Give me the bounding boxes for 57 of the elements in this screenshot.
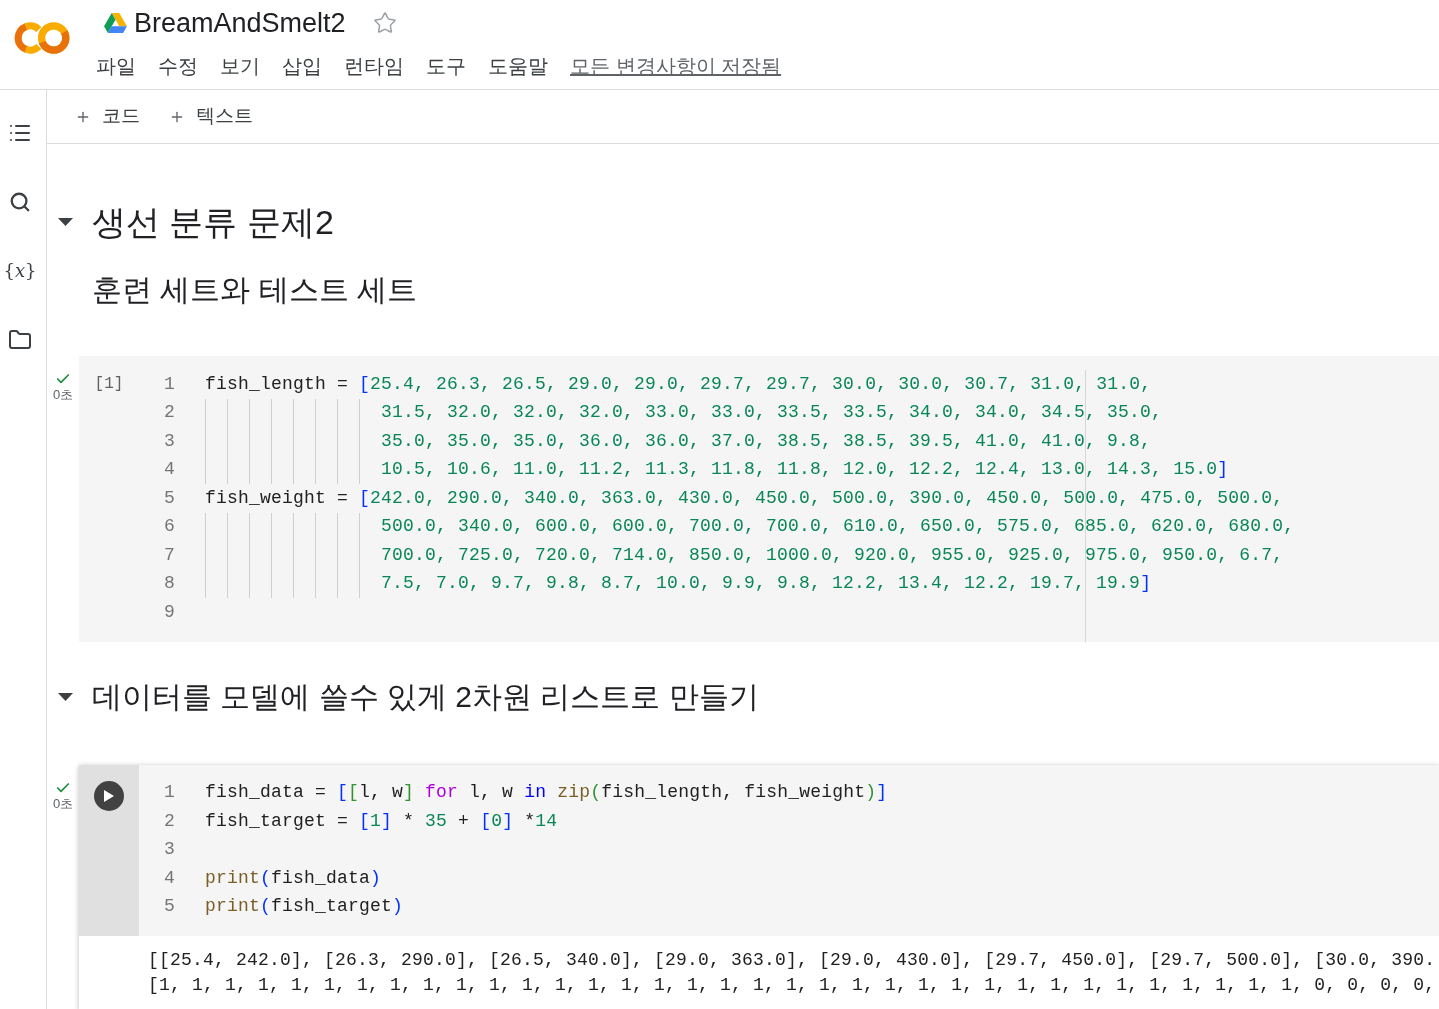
line-number: 8 (164, 572, 175, 596)
line-number: 3 (164, 838, 175, 862)
line-number: 2 (164, 809, 175, 833)
triangle-logo-icon[interactable] (104, 13, 127, 33)
line-number: 1 (164, 372, 175, 396)
code-line: 35.0, 35.0, 35.0, 36.0, 36.0, 37.0, 38.5, 38.5, 39.5, 41.0, 41.0, 9.8, (381, 429, 1152, 453)
code-editor[interactable] (79, 356, 1439, 642)
output-line: [[25.4, 242.0], [26.3, 290.0], [26.5, 340.0], [29.0, 363.0], [29.0, 430.0], [29.7, 450.0], [29.7, 500.0], [30.0, 390. (148, 949, 1436, 972)
line-number: 3 (164, 429, 175, 453)
menu-item[interactable]: 삽입 (282, 52, 322, 80)
section-heading: 생선 분류 문제2 (92, 202, 334, 243)
caret-icon[interactable] (58, 218, 73, 226)
add-cell-button[interactable]: 텍스트 (161, 100, 261, 133)
run-time: 0초 (52, 387, 74, 403)
subheading: 훈련 세트와 테스트 세트 (92, 272, 417, 308)
play-icon (104, 789, 114, 802)
code-line: fish_data = [[l, w] for l, w in zip(fish_length, fish_weight)] (205, 781, 888, 805)
code-line: fish_weight = [242.0, 290.0, 340.0, 363.0, 430.0, 450.0, 500.0, 390.0, 450.0, 500.0, 475.0, 500.0, (205, 486, 1284, 510)
logo-icon[interactable] (12, 20, 72, 56)
menu-item[interactable]: 도구 (426, 52, 466, 80)
code-line: 700.0, 725.0, 720.0, 714.0, 850.0, 1000.0, 920.0, 955.0, 925.0, 975.0, 950.0, 6.7, (381, 543, 1284, 567)
line-number: 9 (164, 600, 175, 624)
execution-count: [1] (94, 374, 124, 396)
caret-icon[interactable] (58, 692, 73, 701)
menu-item[interactable]: 수정 (158, 52, 198, 80)
variables-button[interactable]: {x} (3, 260, 37, 282)
star-icon[interactable] (372, 11, 397, 35)
code-line: 31.5, 32.0, 32.0, 32.0, 33.0, 33.0, 33.5, 33.5, 34.0, 34.0, 34.5, 35.0, (381, 401, 1163, 425)
code-line: fish_target = [1] * 35 + [0] *14 (205, 809, 558, 833)
folder-icon[interactable] (8, 328, 32, 352)
line-number: 5 (164, 486, 175, 510)
run-time: 0초 (52, 795, 74, 812)
menu-item[interactable]: 파일 (96, 52, 136, 80)
output-line: [1, 1, 1, 1, 1, 1, 1, 1, 1, 1, 1, 1, 1, 1, 1, 1, 1, 1, 1, 1, 1, 1, 1, 1, 1, 1, 1, 1, 1, 1, 1, 1, 1, 1, 1, 0, 0, 0, 0, (148, 974, 1436, 997)
code-line: 10.5, 10.6, 11.0, 11.2, 11.3, 11.8, 11.8, 12.0, 12.2, 12.4, 13.0, 14.3, 15.0] (381, 458, 1229, 482)
code-line: 7.5, 7.0, 9.7, 9.8, 8.7, 10.0, 9.9, 9.8, 12.2, 13.4, 12.2, 19.7, 19.9] (381, 572, 1152, 596)
search-icon[interactable] (9, 191, 31, 213)
code-line: print(fish_target) (205, 895, 404, 919)
code-editor[interactable]: 1 fish_data = [[l, w] for l, w in zip(fish_length, fish_weight)] 2 fish_target = [1] * 35 + [0] *14 3 4 print(fish_data) 5 print(fish_target) (79, 764, 1439, 936)
menu-item[interactable]: 보기 (220, 52, 260, 80)
add-cell-button[interactable]: 코드 (67, 100, 148, 133)
menu-item[interactable]: 런타임 (344, 52, 404, 80)
line-number: 4 (164, 866, 175, 890)
line-number: 2 (164, 401, 175, 425)
run-button[interactable] (94, 780, 124, 811)
code-line: 500.0, 340.0, 600.0, 600.0, 700.0, 700.0, 610.0, 650.0, 575.0, 685.0, 620.0, 680.0, (381, 515, 1295, 539)
section-heading: 데이터를 모델에 쓸수 있게 2차원 리스트로 만들기 (92, 678, 759, 715)
menu-item[interactable]: 도움말 (488, 52, 548, 80)
line-number: 1 (164, 781, 175, 805)
save-status-link[interactable]: 모든 변경사항이 저장됨 (570, 52, 782, 80)
line-number: 7 (164, 543, 175, 567)
line-number: 6 (164, 515, 175, 539)
code-line: fish_length = [25.4, 26.3, 26.5, 29.0, 29.0, 29.7, 29.7, 30.0, 30.0, 30.7, 31.0, 31.0, (205, 372, 1152, 396)
code-line: print(fish_data) (205, 866, 382, 890)
line-number: 5 (164, 895, 175, 919)
line-number: 4 (164, 458, 175, 482)
notebook-title[interactable]: BreamAndSmelt2 (134, 8, 346, 38)
